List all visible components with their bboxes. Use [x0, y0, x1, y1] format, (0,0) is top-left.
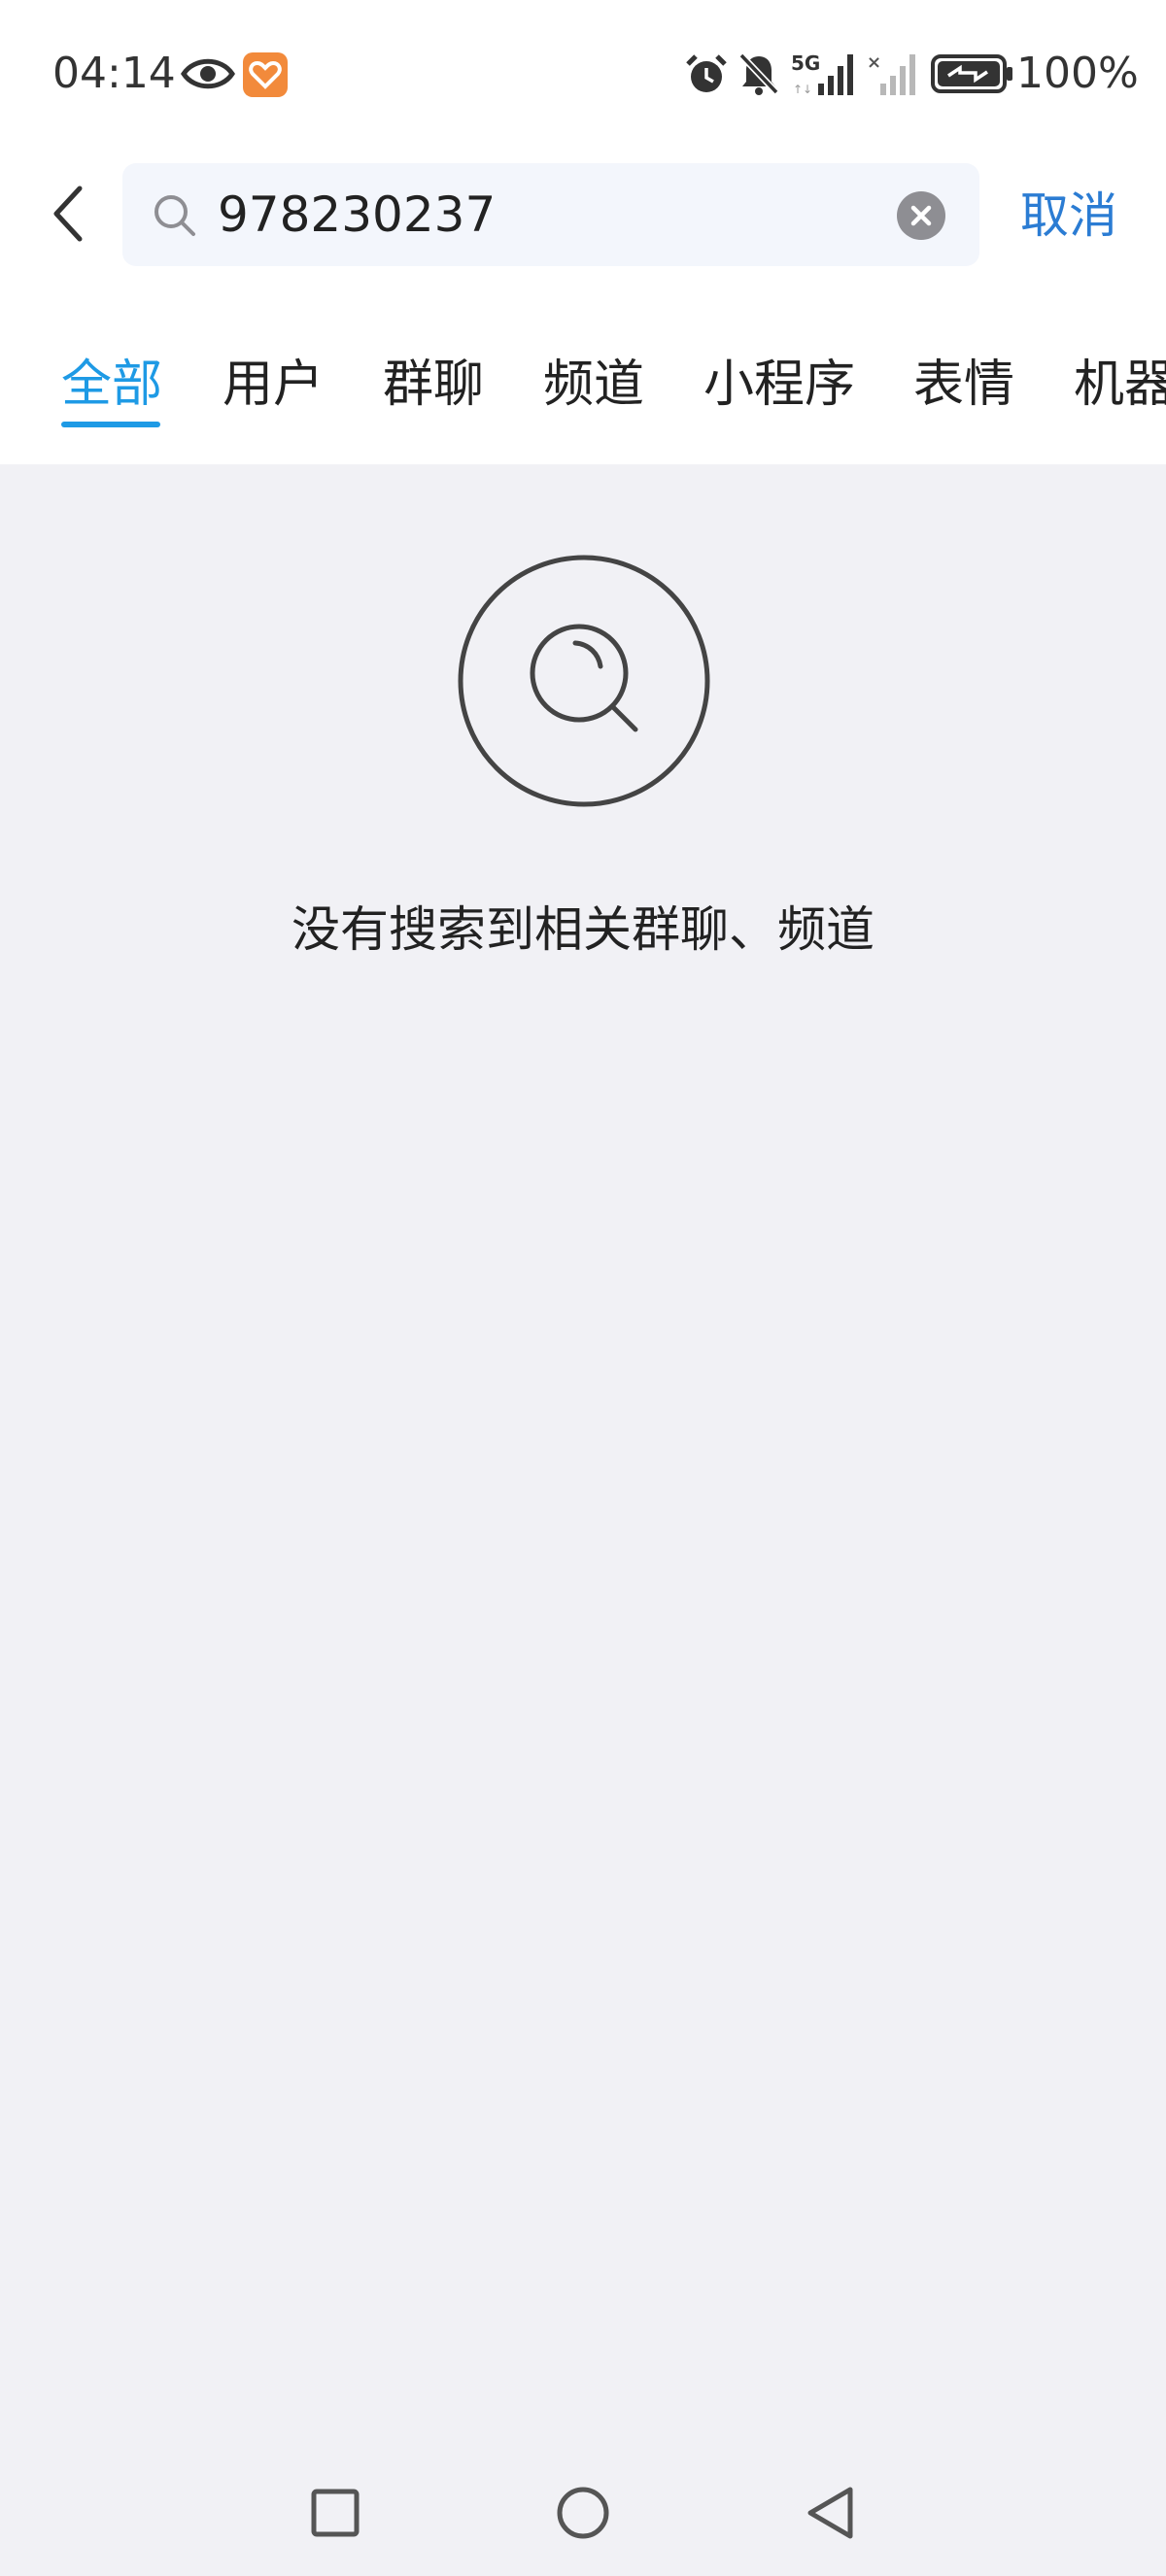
tab-mini-programs[interactable]: 小程序	[703, 346, 855, 424]
tab-channels[interactable]: 频道	[543, 346, 644, 424]
battery-percent: 100%	[1016, 49, 1139, 98]
search-icon	[154, 195, 195, 236]
app-heart-icon	[243, 52, 288, 97]
signal-5g-icon: 5G ↑↓	[791, 51, 853, 96]
bell-muted-icon	[738, 52, 779, 95]
alarm-icon	[686, 54, 727, 92]
chevron-left-icon	[53, 186, 83, 242]
signal-no-sim-icon: ×	[867, 52, 915, 95]
empty-search-icon	[458, 555, 710, 807]
home-circle-icon[interactable]	[549, 2479, 617, 2547]
search-input[interactable]: 978230237	[218, 163, 496, 266]
status-time: 04:14	[52, 49, 176, 98]
tab-groups[interactable]: 群聊	[383, 346, 484, 424]
battery-charging-icon	[931, 54, 1012, 93]
recents-square-icon[interactable]	[301, 2479, 369, 2547]
tab-bots[interactable]: 机器人	[1074, 346, 1166, 424]
search-category-tabs: 全部 用户 群聊 频道 小程序 表情 机器人	[0, 346, 1166, 443]
active-tab-indicator	[61, 422, 160, 427]
svg-text:5G: 5G	[791, 51, 820, 75]
clear-icon[interactable]	[896, 190, 946, 241]
empty-state-message: 没有搜索到相关群聊、频道	[292, 901, 874, 958]
eye-icon	[181, 58, 235, 89]
tab-stickers[interactable]: 表情	[913, 346, 1014, 424]
search-box[interactable]: 978230237	[122, 163, 979, 266]
back-button[interactable]	[33, 175, 111, 253]
status-bar: 04:14 5G ↑↓ × 100%	[0, 0, 1166, 146]
svg-text:↑↓: ↑↓	[793, 83, 812, 96]
tab-users[interactable]: 用户	[223, 346, 324, 424]
tab-all[interactable]: 全部	[61, 346, 162, 424]
back-triangle-icon[interactable]	[797, 2479, 865, 2547]
cancel-button[interactable]: 取消	[1020, 181, 1117, 251]
svg-text:×: ×	[867, 52, 881, 73]
